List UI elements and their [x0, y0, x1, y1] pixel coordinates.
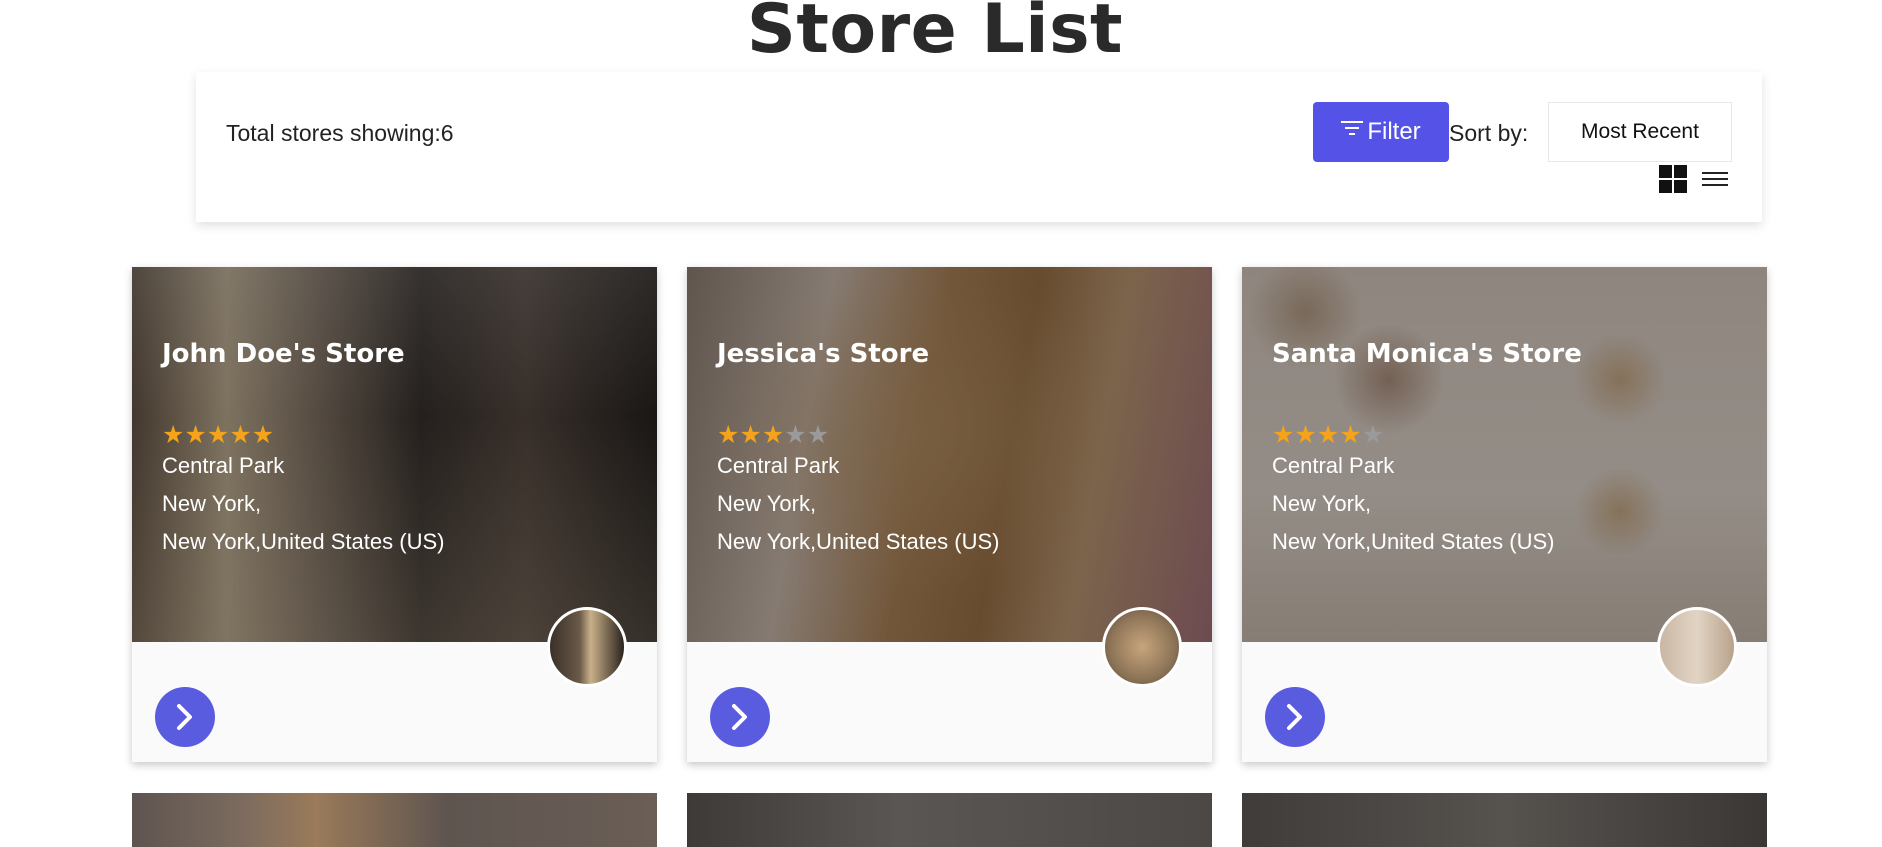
open-store-button[interactable]: [710, 687, 770, 747]
store-image: Jessica's Store ★ ★ ★ ★ ★ Central Park N…: [687, 267, 1212, 642]
store-toolbar: Total stores showing:6 Filter Sort by: M…: [196, 72, 1762, 222]
chevron-right-icon: [732, 704, 747, 730]
store-address-line1: Central Park: [717, 453, 840, 478]
rating-stars: ★ ★ ★ ★ ★: [162, 422, 274, 448]
filter-button-label: Filter: [1367, 118, 1421, 145]
list-view-icon[interactable]: [1702, 168, 1728, 190]
star-icon: ★: [1316, 421, 1340, 449]
star-icon: ★: [806, 421, 830, 449]
store-address-line3: New York,United States (US): [1272, 529, 1555, 554]
store-avatar: [1102, 607, 1182, 687]
store-image: Santa Monica's Store ★ ★ ★ ★ ★ Central P…: [1242, 267, 1767, 642]
store-card[interactable]: Jessica's Store ★ ★ ★ ★ ★ Central Park N…: [687, 267, 1212, 762]
store-avatar: [547, 607, 627, 687]
star-icon: ★: [739, 421, 762, 449]
star-icon: ★: [184, 421, 207, 449]
star-icon: ★: [206, 421, 230, 449]
sort-select[interactable]: Most Recent: [1548, 102, 1732, 162]
store-address-line1: Central Park: [162, 453, 285, 478]
total-stores-label: Total stores showing:6: [226, 120, 454, 146]
star-icon: ★: [717, 421, 740, 449]
star-icon: ★: [1294, 421, 1317, 449]
filter-button[interactable]: Filter: [1313, 102, 1449, 162]
open-store-button[interactable]: [155, 687, 215, 747]
rating-stars: ★ ★ ★ ★ ★: [717, 422, 829, 448]
store-address-line2: New York,: [162, 491, 262, 516]
store-address-line1: Central Park: [1272, 453, 1395, 478]
store-card-partial[interactable]: [1242, 793, 1767, 847]
store-image: John Doe's Store ★ ★ ★ ★ ★ Central Park …: [132, 267, 657, 642]
rating-stars: ★ ★ ★ ★ ★: [1272, 422, 1384, 448]
store-address-line2: New York,: [717, 491, 817, 516]
store-address-line2: New York,: [1272, 491, 1372, 516]
grid-view-icon[interactable]: [1659, 165, 1687, 193]
star-icon: ★: [229, 421, 252, 449]
star-icon: ★: [784, 421, 807, 449]
filter-icon: [1341, 121, 1364, 135]
star-icon: ★: [251, 421, 275, 449]
store-card-partial[interactable]: [132, 793, 657, 847]
store-name: Jessica's Store: [717, 339, 930, 369]
store-address-line3: New York,United States (US): [162, 529, 445, 554]
store-card[interactable]: Santa Monica's Store ★ ★ ★ ★ ★ Central P…: [1242, 267, 1767, 762]
store-name: Santa Monica's Store: [1272, 339, 1582, 369]
open-store-button[interactable]: [1265, 687, 1325, 747]
chevron-right-icon: [177, 704, 192, 730]
store-card[interactable]: John Doe's Store ★ ★ ★ ★ ★ Central Park …: [132, 267, 657, 762]
page-title: Store List: [746, 0, 1124, 69]
star-icon: ★: [1339, 421, 1362, 449]
star-icon: ★: [1272, 421, 1295, 449]
store-avatar: [1657, 607, 1737, 687]
star-icon: ★: [1361, 421, 1385, 449]
store-card-partial[interactable]: [687, 793, 1212, 847]
store-address-line3: New York,United States (US): [717, 529, 1000, 554]
star-icon: ★: [761, 421, 785, 449]
chevron-right-icon: [1287, 704, 1302, 730]
store-name: John Doe's Store: [162, 339, 405, 369]
sort-label: Sort by:: [1449, 120, 1529, 146]
star-icon: ★: [162, 421, 185, 449]
